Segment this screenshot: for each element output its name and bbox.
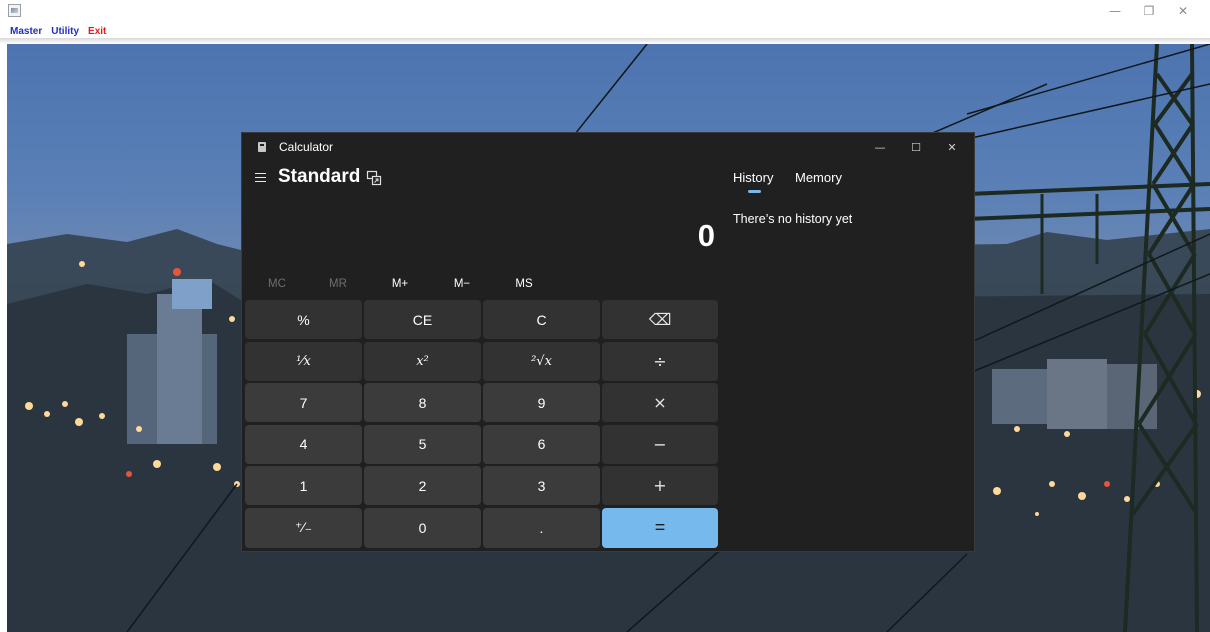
minus-icon: − [653,434,667,454]
backspace-icon: ⌫ [648,310,672,329]
menu-exit[interactable]: Exit [88,26,106,37]
memory-add-button[interactable]: M+ [380,278,420,290]
digit-6-button[interactable]: 6 [483,424,600,464]
equals-button[interactable]: = [602,507,718,548]
keep-on-top-icon[interactable] [366,170,382,186]
reciprocal-label: ¹⁄x [296,353,311,369]
divide-icon: ÷ [653,351,667,371]
decimal-button[interactable]: . [483,507,600,548]
backspace-button[interactable]: ⌫ [602,300,718,339]
calculator-title: Calculator [279,140,334,154]
outer-titlebar: — ❐ ✕ [0,0,1210,22]
keypad: % CE C ⌫ ¹⁄x x² ²√x ÷ 7 8 9 × 4 5 6 − 1 … [245,300,718,548]
clear-button[interactable]: C [483,300,600,339]
negate-button[interactable]: ⁺⁄₋ [245,507,362,548]
outer-restore-button[interactable]: ❐ [1132,2,1166,20]
plus-icon: + [653,476,667,496]
history-empty-message: There’s no history yet [733,212,853,226]
memory-recall-button[interactable]: MR [318,278,358,290]
digit-5-button[interactable]: 5 [364,424,481,464]
outer-minimize-button[interactable]: — [1098,2,1132,20]
memory-row: MC MR M+ M− MS [242,275,722,297]
calculator-close-button[interactable]: ✕ [934,137,970,157]
digit-0-button[interactable]: 0 [364,507,481,548]
active-tab-indicator [748,190,761,193]
memory-subtract-button[interactable]: M− [442,278,482,290]
calculator-maximize-button[interactable]: ☐ [898,137,934,157]
tab-memory[interactable]: Memory [795,170,842,185]
plus-button[interactable]: + [602,466,718,506]
hamburger-menu-icon[interactable] [255,173,266,182]
square-root-label: ²√x [531,353,552,369]
java-app-icon [8,4,21,17]
multiply-icon: × [653,393,667,413]
mode-title: Standard [278,166,361,187]
digit-7-button[interactable]: 7 [245,383,362,423]
square-button[interactable]: x² [364,341,481,381]
percent-button[interactable]: % [245,300,362,339]
digit-9-button[interactable]: 9 [483,383,600,423]
outer-window-controls: — ❐ ✕ [1098,2,1200,20]
outer-close-button[interactable]: ✕ [1166,2,1200,20]
calculator-window: Calculator — ☐ ✕ Standard 0 MC MR M+ M− … [242,133,974,551]
calculator-minimize-button[interactable]: — [862,137,898,157]
digit-4-button[interactable]: 4 [245,424,362,464]
square-root-button[interactable]: ²√x [483,341,600,381]
memory-clear-button[interactable]: MC [257,278,297,290]
digit-8-button[interactable]: 8 [364,383,481,423]
calculator-header: Standard [242,165,722,193]
result-display: 0 [697,218,715,253]
digit-1-button[interactable]: 1 [245,466,362,506]
digit-2-button[interactable]: 2 [364,466,481,506]
menu-master[interactable]: Master [10,26,42,37]
square-label: x² [416,353,429,369]
minus-button[interactable]: − [602,424,718,464]
divide-button[interactable]: ÷ [602,341,718,381]
tab-history[interactable]: History [733,170,773,185]
calculator-app-icon [258,142,266,152]
reciprocal-button[interactable]: ¹⁄x [245,341,362,381]
menu-utility[interactable]: Utility [51,26,79,37]
calculator-titlebar[interactable]: Calculator — ☐ ✕ [242,133,974,161]
digit-3-button[interactable]: 3 [483,466,600,506]
memory-store-button[interactable]: MS [504,278,544,290]
calculator-window-controls: — ☐ ✕ [862,137,970,157]
multiply-button[interactable]: × [602,383,718,423]
clear-entry-button[interactable]: CE [364,300,481,339]
